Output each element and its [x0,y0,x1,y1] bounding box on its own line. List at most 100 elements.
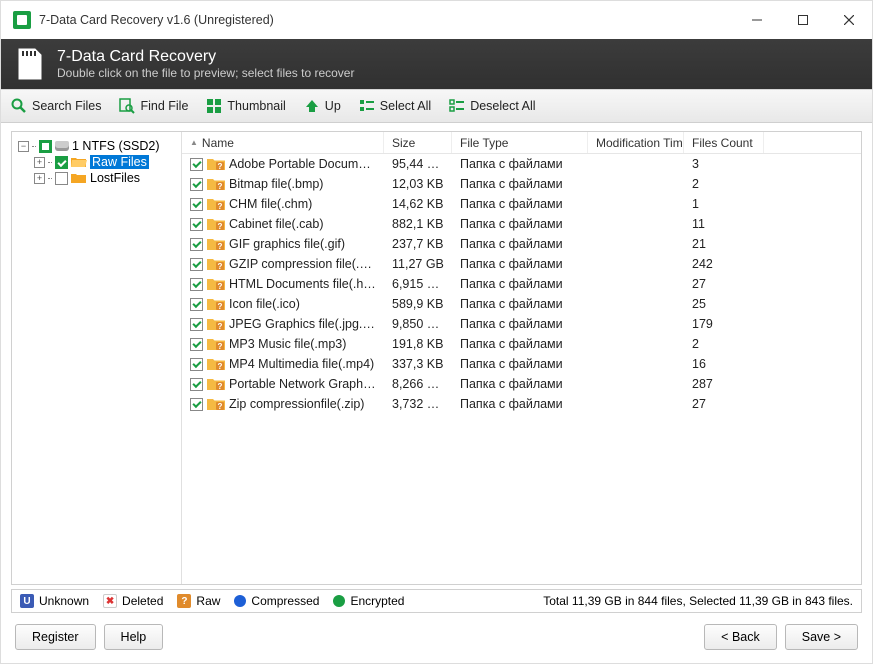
back-button[interactable]: < Back [704,624,777,650]
table-row[interactable]: ?CHM file(.chm)14,62 KBПапка с файлами1 [182,194,861,214]
col-mtime[interactable]: Modification Time [588,132,684,153]
row-checkbox[interactable] [190,318,203,331]
disk-icon [55,141,69,151]
svg-text:?: ? [218,362,223,371]
expand-icon[interactable]: + [34,173,45,184]
row-size: 589,9 KB [384,297,452,311]
raw-folder-icon: ? [207,397,225,411]
row-size: 191,8 KB [384,337,452,351]
tree-checkbox[interactable] [39,140,52,153]
svg-text:?: ? [218,202,223,211]
find-file-button[interactable]: Find File [119,98,188,114]
folder-icon [71,172,87,184]
up-button[interactable]: Up [304,98,341,114]
tree-item-rawfiles[interactable]: + Raw Files [16,154,177,170]
table-row[interactable]: ?GZIP compression file(.gz)11,27 GBПапка… [182,254,861,274]
table-row[interactable]: ?Cabinet file(.cab)882,1 KBПапка с файла… [182,214,861,234]
row-size: 11,27 GB [384,257,452,271]
app-icon [13,11,31,29]
col-size[interactable]: Size [384,132,452,153]
row-name: Cabinet file(.cab) [229,217,324,231]
close-icon [844,15,854,25]
find-file-label: Find File [140,99,188,113]
row-count: 16 [684,357,764,371]
table-row[interactable]: ?JPEG Graphics file(.jpg.jpeg)9,850 MBПа… [182,314,861,334]
legend-compressed: Compressed [234,594,319,608]
tree-rawfiles-label: Raw Files [90,155,149,169]
row-type: Папка с файлами [452,317,588,331]
tree-checkbox[interactable] [55,156,68,169]
tree-root-label: 1 NTFS (SSD2) [72,139,160,153]
row-checkbox[interactable] [190,198,203,211]
row-count: 25 [684,297,764,311]
thumbnail-button[interactable]: Thumbnail [206,98,285,114]
table-row[interactable]: ?Zip compressionfile(.zip)3,732 MBПапка … [182,394,861,414]
legend-unknown: UUnknown [20,594,89,608]
maximize-button[interactable] [780,4,826,36]
row-checkbox[interactable] [190,218,203,231]
row-checkbox[interactable] [190,178,203,191]
save-button[interactable]: Save > [785,624,858,650]
row-checkbox[interactable] [190,338,203,351]
tree-item-lostfiles[interactable]: + LostFiles [16,170,177,186]
row-count: 2 [684,177,764,191]
table-row[interactable]: ?Bitmap file(.bmp)12,03 KBПапка с файлам… [182,174,861,194]
close-button[interactable] [826,4,872,36]
thumbnail-label: Thumbnail [227,99,285,113]
list-header[interactable]: ▲Name Size File Type Modification Time F… [182,132,861,154]
folder-open-icon [71,156,87,168]
row-checkbox[interactable] [190,158,203,171]
row-type: Папка с файлами [452,397,588,411]
up-label: Up [325,99,341,113]
row-checkbox[interactable] [190,378,203,391]
register-button[interactable]: Register [15,624,96,650]
row-count: 27 [684,397,764,411]
svg-text:?: ? [218,262,223,271]
row-type: Папка с файлами [452,197,588,211]
select-all-label: Select All [380,99,431,113]
table-row[interactable]: ?MP4 Multimedia file(.mp4)337,3 KBПапка … [182,354,861,374]
window-title: 7-Data Card Recovery v1.6 (Unregistered) [39,13,734,27]
raw-folder-icon: ? [207,177,225,191]
row-checkbox[interactable] [190,298,203,311]
table-row[interactable]: ?MP3 Music file(.mp3)191,8 KBПапка с фай… [182,334,861,354]
file-list: ▲Name Size File Type Modification Time F… [182,132,861,584]
table-row[interactable]: ?Adobe Portable Document(.p...95,44 MBПа… [182,154,861,174]
row-checkbox[interactable] [190,238,203,251]
col-filetype[interactable]: File Type [452,132,588,153]
table-row[interactable]: ?GIF graphics file(.gif)237,7 KBПапка с … [182,234,861,254]
collapse-icon[interactable]: − [18,141,29,152]
raw-folder-icon: ? [207,377,225,391]
table-row[interactable]: ?Icon file(.ico)589,9 KBПапка с файлами2… [182,294,861,314]
help-button[interactable]: Help [104,624,164,650]
row-checkbox[interactable] [190,258,203,271]
search-files-label: Search Files [32,99,101,113]
minimize-button[interactable] [734,4,780,36]
row-checkbox[interactable] [190,398,203,411]
search-files-button[interactable]: Search Files [11,98,101,114]
row-name: MP4 Multimedia file(.mp4) [229,357,374,371]
list-body[interactable]: ?Adobe Portable Document(.p...95,44 MBПа… [182,154,861,584]
table-row[interactable]: ?Portable Network Graphic file...8,266 M… [182,374,861,394]
row-name: Portable Network Graphic file... [229,377,376,391]
row-type: Папка с файлами [452,157,588,171]
row-checkbox[interactable] [190,358,203,371]
footer: Register Help < Back Save > [1,619,872,663]
legend-bar: UUnknown ✖Deleted ?Raw Compressed Encryp… [11,589,862,613]
deselect-all-button[interactable]: Deselect All [449,98,535,114]
row-count: 1 [684,197,764,211]
tree-root[interactable]: − 1 NTFS (SSD2) [16,138,177,154]
row-size: 95,44 MB [384,157,452,171]
row-checkbox[interactable] [190,278,203,291]
col-name[interactable]: ▲Name [182,132,384,153]
expand-icon[interactable]: + [34,157,45,168]
select-all-button[interactable]: Select All [359,98,431,114]
row-type: Папка с файлами [452,257,588,271]
unknown-icon: U [20,594,34,608]
minimize-icon [752,15,762,25]
folder-tree[interactable]: − 1 NTFS (SSD2) + Raw Files + LostFiles [12,132,182,584]
col-count[interactable]: Files Count [684,132,764,153]
tree-checkbox[interactable] [55,172,68,185]
app-window: 7-Data Card Recovery v1.6 (Unregistered)… [0,0,873,664]
table-row[interactable]: ?HTML Documents file(.htm/.h...6,915 MBП… [182,274,861,294]
